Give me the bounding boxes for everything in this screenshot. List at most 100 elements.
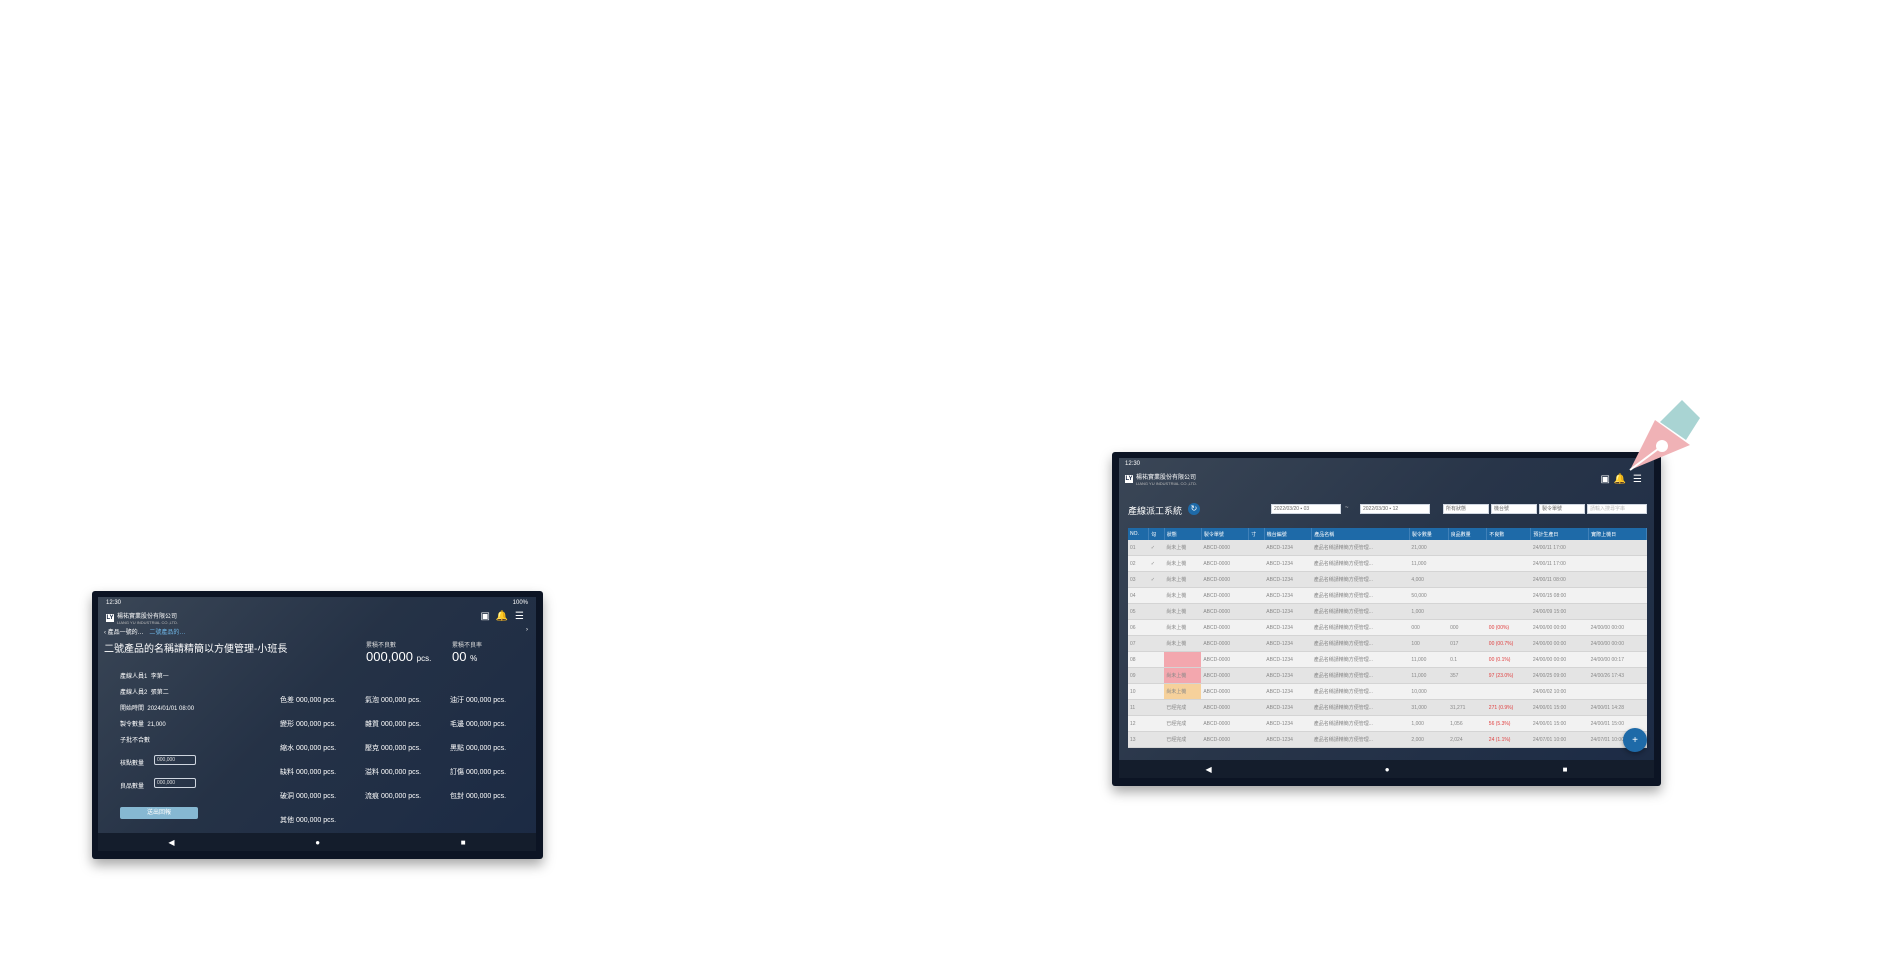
table-cell xyxy=(1248,635,1265,652)
table-cell xyxy=(1248,540,1265,556)
menu-icon[interactable]: ☰ xyxy=(515,611,524,622)
table-cell: 產品名稱請精簡方便管理... xyxy=(1311,619,1410,636)
bell-icon[interactable]: 🔔 xyxy=(496,611,508,622)
recent-nav-icon[interactable]: ■ xyxy=(461,838,466,847)
date-to-field[interactable]: 2022/03/30 ▪ 12 xyxy=(1360,504,1430,514)
forward-chevron-icon[interactable]: › xyxy=(526,627,528,633)
table-cell xyxy=(1486,571,1531,588)
table-cell: 31,000 xyxy=(1409,699,1449,716)
column-header[interactable]: 良品數量 xyxy=(1448,528,1488,540)
back-chevron-icon[interactable]: ‹ xyxy=(104,630,106,636)
column-header[interactable]: 實際上機日 xyxy=(1588,528,1647,540)
machine-filter[interactable]: 機台號 xyxy=(1491,504,1537,514)
submit-button[interactable]: 送出回報 xyxy=(120,807,198,819)
table-cell: 產品名稱請精簡方便管理... xyxy=(1311,667,1410,684)
table-cell xyxy=(1248,667,1265,684)
table-row[interactable]: 05 尚未上機 ABCD-0000 ABCD-1234 產品名稱請精簡方便管理... 1,… xyxy=(1128,603,1647,620)
table-cell: 產品名稱請精簡方便管理... xyxy=(1311,715,1410,732)
table-cell: 03 xyxy=(1128,571,1149,588)
table-row[interactable]: 13 已經完成 ABCD-0000 ABCD-1234 產品名稱請精簡方便管理... 2,… xyxy=(1128,731,1647,748)
table-header-row: NO. 勾狀態 製令單號寸機台編號 產品名稱 製令數量 良品數量 不良數 預計生產日 實際上機日 xyxy=(1128,528,1647,540)
table-cell[interactable] xyxy=(1148,715,1165,732)
table-cell[interactable] xyxy=(1148,635,1165,652)
table-cell xyxy=(1248,619,1265,636)
table-cell[interactable] xyxy=(1148,699,1165,716)
table-cell: 100 xyxy=(1409,635,1449,652)
table-cell: ABCD-0000 xyxy=(1201,555,1249,572)
table-cell: 24/00/09 15:00 xyxy=(1530,603,1589,620)
defect-count-unit: pcs. xyxy=(416,654,432,663)
info-row: 開始時間 2024/01/01 08:00 xyxy=(120,701,194,717)
column-header[interactable]: 預計生產日 xyxy=(1530,528,1590,540)
table-cell[interactable] xyxy=(1148,603,1165,620)
table-cell: ABCD-0000 xyxy=(1201,715,1249,732)
defect-grid: 色差 000,000 pcs. 氣泡 000,000 pcs. 油汙 000,000… xyxy=(280,689,535,833)
table-row[interactable]: 03 ✓ 尚未上機 ABCD-0000 ABCD-1234 產品名稱請精簡方便管理... 4… xyxy=(1128,571,1647,588)
table-cell: 尚未上機 xyxy=(1164,540,1202,556)
column-header[interactable]: 製令數量 xyxy=(1409,528,1449,540)
column-header[interactable]: 產品名稱 xyxy=(1311,528,1410,540)
order-filter[interactable]: 製令單號 xyxy=(1539,504,1585,514)
table-row[interactable]: 06 尚未上機 ABCD-0000 ABCD-1234 產品名稱請精簡方便管理... 00… xyxy=(1128,619,1647,636)
table-cell[interactable]: ✓ xyxy=(1148,540,1165,556)
table-cell: 13 xyxy=(1128,731,1149,748)
column-header[interactable]: 狀態 xyxy=(1164,528,1202,540)
recent-nav-icon[interactable]: ■ xyxy=(1563,765,1568,774)
help-icon[interactable]: ▣ xyxy=(481,611,490,622)
column-header[interactable]: NO. xyxy=(1128,528,1150,540)
table-cell: 01 xyxy=(1128,540,1149,556)
table-row[interactable]: 02 ✓ 尚未上機 ABCD-0000 ABCD-1234 產品名稱請精簡方便管理... 1… xyxy=(1128,555,1647,572)
breadcrumb-item-1[interactable]: 產品一號的… xyxy=(108,630,144,636)
column-header[interactable]: 製令單號 xyxy=(1201,528,1250,540)
table-row[interactable]: 10 尚未上機 ABCD-0000 ABCD-1234 產品名稱請精簡方便管理... 10… xyxy=(1128,683,1647,700)
table-row[interactable]: 11 已經完成 ABCD-0000 ABCD-1234 產品名稱請精簡方便管理... 31… xyxy=(1128,699,1647,716)
table-cell[interactable]: ✓ xyxy=(1148,555,1165,572)
table-cell: 11,000 xyxy=(1409,667,1449,684)
good-input[interactable]: 000,000 xyxy=(154,778,196,788)
status-filter[interactable]: 所有狀態 xyxy=(1443,504,1489,514)
table-cell: 31,271 xyxy=(1448,699,1487,716)
column-header[interactable]: 機台編號 xyxy=(1264,528,1313,540)
table-cell: 09 xyxy=(1128,667,1149,684)
table-cell[interactable] xyxy=(1148,587,1165,604)
dispatch-table: NO. 勾狀態 製令單號寸機台編號 產品名稱 製令數量 良品數量 不良數 預計生產日 實際上機日… xyxy=(1128,528,1647,748)
table-cell[interactable] xyxy=(1148,651,1165,668)
table-cell: 1,056 xyxy=(1448,715,1487,732)
refresh-icon[interactable]: ↻ xyxy=(1188,503,1200,515)
table-cell: ABCD-0000 xyxy=(1201,571,1249,588)
count-label: 核點數量 xyxy=(120,761,145,767)
table-cell xyxy=(1448,555,1487,572)
home-nav-icon[interactable]: ● xyxy=(1385,765,1390,774)
defect-count-label: 累積不良數 xyxy=(366,643,397,649)
table-row[interactable]: 08 ABCD-0000 ABCD-1234 產品名稱請精簡方便管理... 11,000… xyxy=(1128,651,1647,668)
breadcrumb-item-2[interactable]: 二號產品的… xyxy=(149,630,185,636)
column-header[interactable]: 勾 xyxy=(1148,528,1165,540)
table-row[interactable]: 07 尚未上機 ABCD-0000 ABCD-1234 產品名稱請精簡方便管理... 10… xyxy=(1128,635,1647,652)
table-cell: 產品名稱請精簡方便管理... xyxy=(1311,587,1410,604)
column-header[interactable]: 寸 xyxy=(1248,528,1265,540)
table-cell[interactable] xyxy=(1148,731,1165,748)
column-header[interactable]: 不良數 xyxy=(1486,528,1532,540)
add-dispatch-button[interactable]: + xyxy=(1623,728,1647,752)
status-time: 12:30 xyxy=(1125,461,1141,467)
page-title: 產線派工系統 xyxy=(1128,506,1183,516)
count-input[interactable]: 000,000 xyxy=(154,755,196,765)
table-cell xyxy=(1486,683,1531,700)
search-input[interactable]: 請輸入搜尋字串 xyxy=(1587,504,1647,514)
table-row[interactable]: 09 尚未上機 ABCD-0000 ABCD-1234 產品名稱請精簡方便管理... 11… xyxy=(1128,667,1647,684)
table-cell: 24/00/11 17:00 xyxy=(1530,540,1589,556)
table-row[interactable]: 01 ✓ 尚未上機 ABCD-0000 ABCD-1234 產品名稱請精簡方便管理... 2… xyxy=(1128,540,1647,556)
back-nav-icon[interactable]: ◀ xyxy=(168,838,174,847)
table-cell[interactable] xyxy=(1148,667,1165,684)
table-row[interactable]: 04 尚未上機 ABCD-0000 ABCD-1234 產品名稱請精簡方便管理... 50… xyxy=(1128,587,1647,604)
table-row[interactable]: 12 已經完成 ABCD-0000 ABCD-1234 產品名稱請精簡方便管理... 1,… xyxy=(1128,715,1647,732)
help-icon[interactable]: ▣ xyxy=(1601,474,1610,485)
back-nav-icon[interactable]: ◀ xyxy=(1206,765,1212,774)
date-from-field[interactable]: 2022/03/20 ▪ 03 xyxy=(1271,504,1341,514)
defect-count: 000,000 pcs. xyxy=(366,649,431,664)
table-cell[interactable] xyxy=(1148,619,1165,636)
table-cell[interactable]: ✓ xyxy=(1148,571,1165,588)
home-nav-icon[interactable]: ● xyxy=(315,838,320,847)
table-cell[interactable] xyxy=(1148,683,1165,700)
table-cell: 05 xyxy=(1128,603,1149,620)
